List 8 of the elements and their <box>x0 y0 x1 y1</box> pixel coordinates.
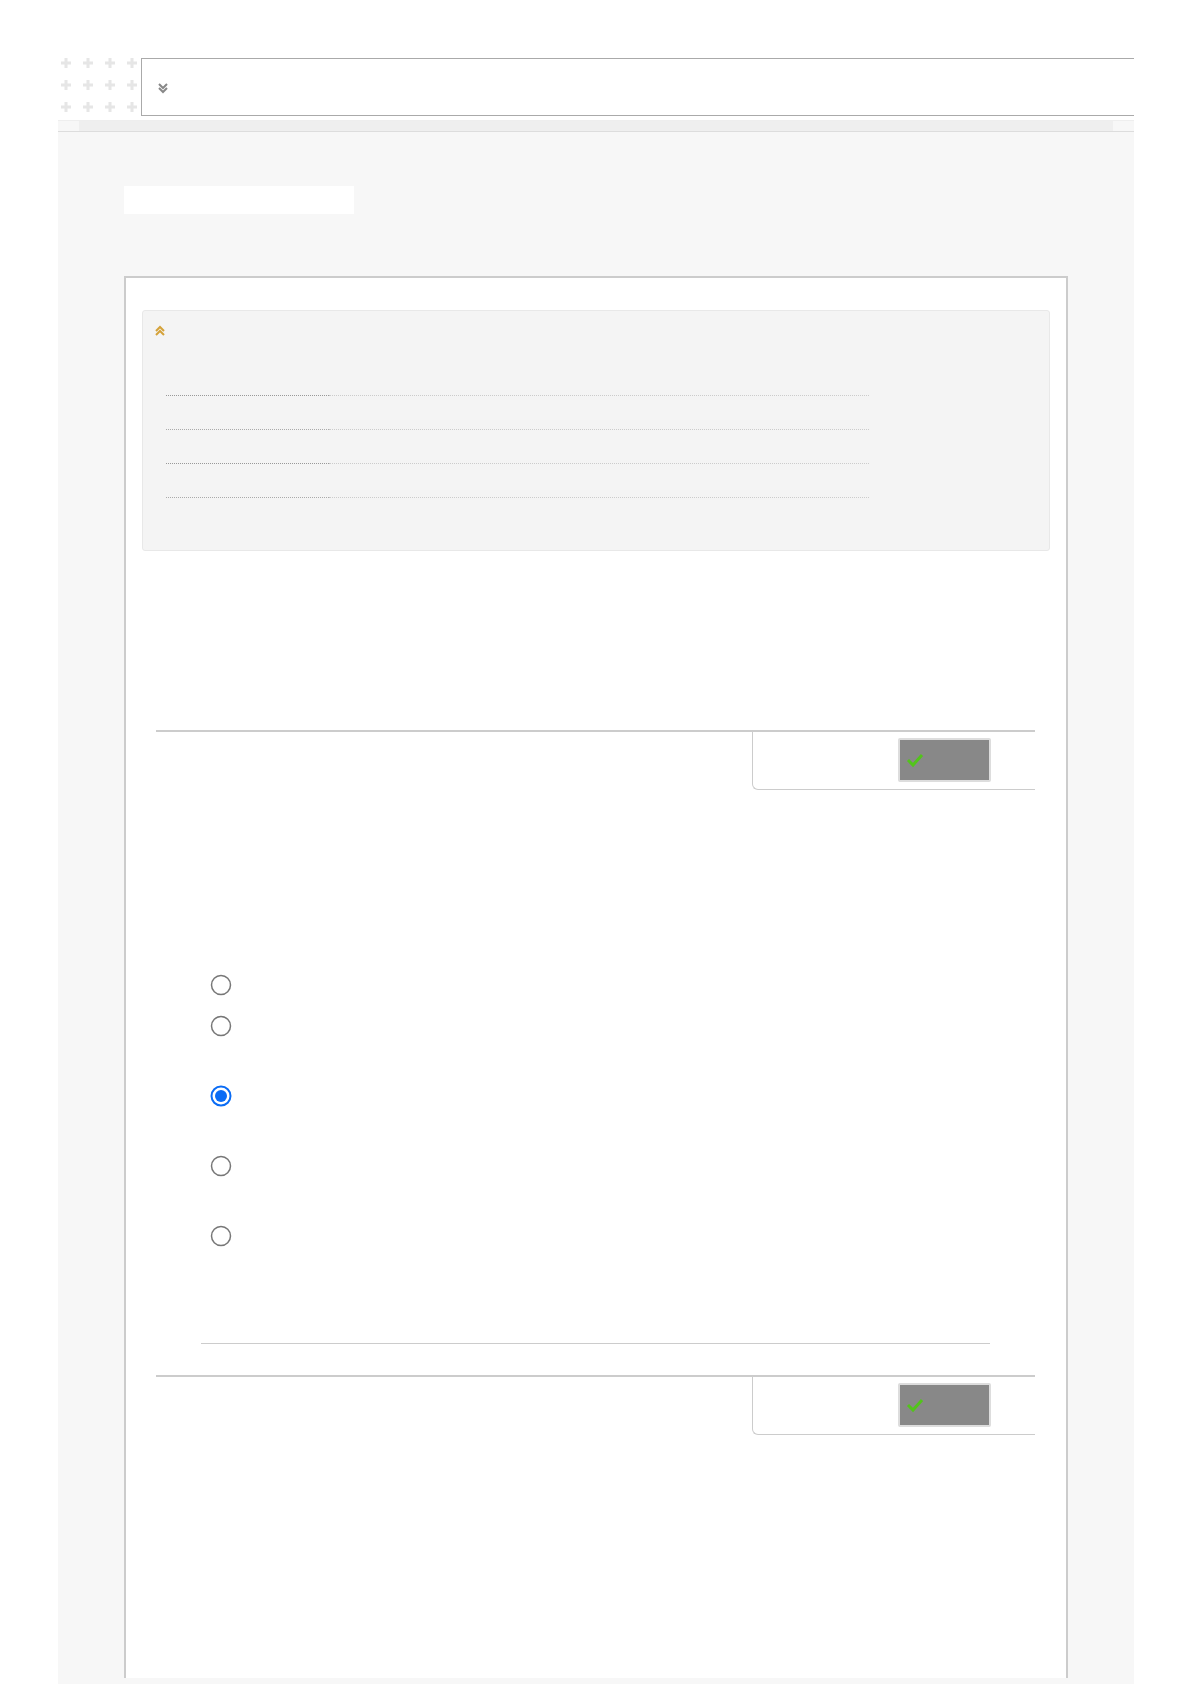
expand-icon[interactable] <box>157 80 169 94</box>
check-button[interactable] <box>898 738 991 782</box>
radio-button[interactable] <box>210 1015 232 1037</box>
radio-button[interactable] <box>210 1225 232 1247</box>
radio-button[interactable] <box>210 974 232 996</box>
radio-button[interactable] <box>210 1155 232 1177</box>
check-button[interactable] <box>898 1383 991 1427</box>
radio-button[interactable] <box>210 1085 232 1107</box>
